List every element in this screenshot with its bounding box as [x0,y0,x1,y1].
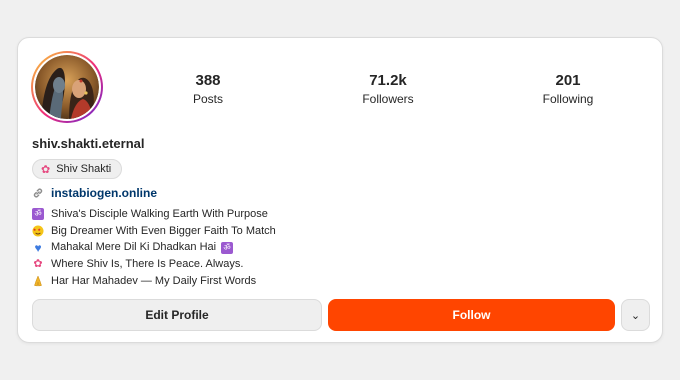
bio-line: ✿ Where Shiv Is, There Is Peace. Always. [32,256,276,273]
om-icon: ॐ [221,241,234,254]
bio-text: Mahakal Mere Dil Ki Dhadkan Hai [51,241,217,254]
folded-hands-icon [32,275,44,287]
avatar-portrait-icon [35,55,99,119]
bio-line: ♥ Mahakal Mere Dil Ki Dhadkan Hai ॐ [32,239,276,256]
edit-profile-button[interactable]: Edit Profile [32,299,322,331]
flower-icon: ✿ [33,258,43,271]
stat-posts[interactable]: 388 Posts [118,72,298,107]
bio-text: Shiva's Disciple Walking Earth With Purp… [51,208,268,220]
link-icon [33,188,43,198]
star-struck-icon [32,225,44,237]
chevron-down-icon[interactable]: ⌄ [621,299,650,331]
om-icon: ॐ [32,208,44,221]
stat-following[interactable]: 201 Following [478,72,658,107]
bio-line: ॐ Shiva's Disciple Walking Earth With Pu… [32,206,276,223]
stat-label: Posts [192,92,223,106]
bio-line: Har Har Mahadev — My Daily First Words [32,273,276,290]
bio: ॐ Shiva's Disciple Walking Earth With Pu… [32,206,276,290]
stat-value: 201 [555,72,581,89]
stat-followers[interactable]: 71.2k Followers [298,72,478,107]
avatar[interactable] [31,51,103,123]
profile-stats: 388 Posts 71.2k Followers 201 Following [118,72,658,107]
stat-label: Following [542,92,594,106]
link-text[interactable]: instabiogen.online [51,186,157,200]
profile-actions: Edit Profile Follow ⌄ [32,299,650,331]
bio-text: Har Har Mahadev — My Daily First Words [51,274,257,287]
profile-card: 388 Posts 71.2k Followers 201 Following … [17,37,663,343]
chip-label: Shiv Shakti [56,163,112,175]
blue-heart-icon: ♥ [34,240,42,255]
stat-label: Followers [362,92,414,106]
profile-username: shiv.shakti.eternal [32,136,145,151]
stat-value: 388 [195,72,221,89]
bio-text: Big Dreamer With Even Bigger Faith To Ma… [51,224,276,237]
stat-value: 71.2k [369,72,407,89]
bio-link[interactable]: instabiogen.online [32,186,157,200]
bio-line: Big Dreamer With Even Bigger Faith To Ma… [32,223,276,240]
flower-icon: ✿ [41,163,51,176]
bio-text: Where Shiv Is, There Is Peace. Always. [51,258,244,271]
category-chip[interactable]: ✿ Shiv Shakti [32,159,123,179]
follow-button[interactable]: Follow [328,299,615,331]
